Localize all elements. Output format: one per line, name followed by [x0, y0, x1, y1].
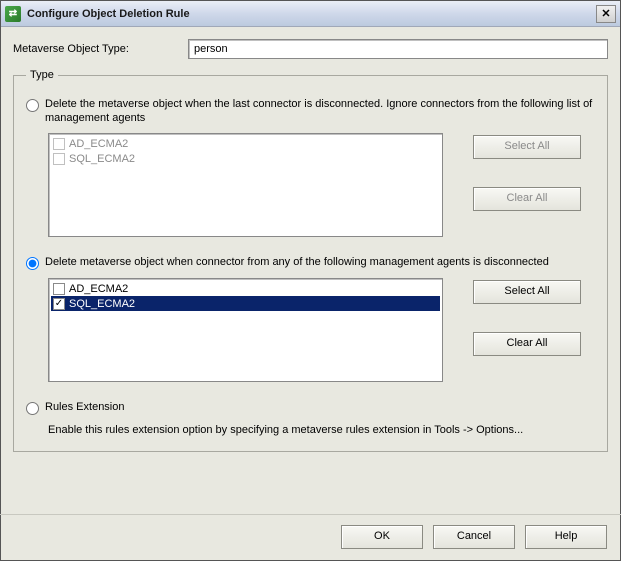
option1-listbox: AD_ECMA2 SQL_ECMA2: [48, 133, 443, 237]
help-button[interactable]: Help: [525, 525, 607, 549]
ok-button[interactable]: OK: [341, 525, 423, 549]
option1-label: Delete the metaverse object when the las…: [45, 97, 595, 125]
list-item-label: AD_ECMA2: [69, 283, 128, 295]
close-button[interactable]: ✕: [596, 5, 616, 23]
option2-buttons: Select All Clear All: [473, 278, 581, 382]
dialog-content: Metaverse Object Type: person Type Delet…: [1, 27, 620, 452]
cancel-button[interactable]: Cancel: [433, 525, 515, 549]
select-all-button[interactable]: Select All: [473, 280, 581, 304]
list-item[interactable]: ✓ SQL_ECMA2: [51, 296, 440, 311]
clear-all-button[interactable]: Clear All: [473, 332, 581, 356]
checkbox-icon: [53, 138, 65, 150]
checkbox-icon[interactable]: ✓: [53, 298, 65, 310]
option2-section: AD_ECMA2 ✓ SQL_ECMA2 Select All Clear Al…: [48, 278, 595, 382]
list-item[interactable]: AD_ECMA2: [51, 281, 440, 296]
type-legend: Type: [26, 69, 58, 81]
dialog-footer: OK Cancel Help: [0, 514, 621, 555]
object-type-label: Metaverse Object Type:: [13, 43, 188, 55]
checkbox-icon[interactable]: [53, 283, 65, 295]
option2-listbox[interactable]: AD_ECMA2 ✓ SQL_ECMA2: [48, 278, 443, 382]
option1-section: AD_ECMA2 SQL_ECMA2 Select All Clear All: [48, 133, 595, 237]
object-type-field[interactable]: person: [188, 39, 608, 59]
list-item: AD_ECMA2: [51, 136, 440, 151]
checkbox-icon: [53, 153, 65, 165]
option3-label: Rules Extension: [45, 400, 125, 414]
type-group: Type Delete the metaverse object when th…: [13, 69, 608, 452]
list-item-label: AD_ECMA2: [69, 138, 128, 150]
list-item: SQL_ECMA2: [51, 151, 440, 166]
option1-radio[interactable]: [26, 99, 39, 112]
clear-all-button: Clear All: [473, 187, 581, 211]
window-title: Configure Object Deletion Rule: [27, 8, 596, 20]
option3-radio[interactable]: [26, 402, 39, 415]
list-item-label: SQL_ECMA2: [69, 298, 135, 310]
object-type-row: Metaverse Object Type: person: [13, 39, 608, 59]
option3-row: Rules Extension: [26, 400, 595, 415]
option1-buttons: Select All Clear All: [473, 133, 581, 237]
titlebar: ⇄ Configure Object Deletion Rule ✕: [1, 1, 620, 27]
option2-row: Delete metaverse object when connector f…: [26, 255, 595, 270]
list-item-label: SQL_ECMA2: [69, 153, 135, 165]
option2-radio[interactable]: [26, 257, 39, 270]
object-type-value: person: [194, 43, 228, 55]
option3-desc: Enable this rules extension option by sp…: [48, 423, 595, 437]
close-icon: ✕: [601, 7, 610, 20]
option2-label: Delete metaverse object when connector f…: [45, 255, 549, 269]
app-icon: ⇄: [5, 6, 21, 22]
option1-row: Delete the metaverse object when the las…: [26, 97, 595, 125]
select-all-button: Select All: [473, 135, 581, 159]
